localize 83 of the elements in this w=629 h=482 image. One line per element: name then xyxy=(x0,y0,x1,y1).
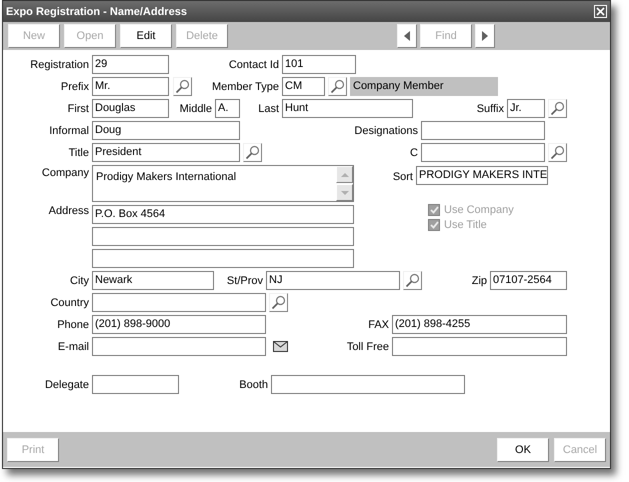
search-icon xyxy=(550,101,565,116)
input-field[interactable]: NJ xyxy=(266,271,400,290)
field-label: Prefix xyxy=(60,80,90,92)
search-icon xyxy=(245,145,260,160)
input-field[interactable]: 29 xyxy=(92,55,169,74)
field-label: Designations xyxy=(353,124,419,136)
input-field[interactable]: (201) 898-4255 xyxy=(392,315,567,334)
input-field[interactable] xyxy=(271,375,465,394)
down-triangle-icon xyxy=(340,190,348,194)
field-label: Suffix xyxy=(476,102,505,114)
field-label: Informal xyxy=(48,124,90,136)
input-field[interactable] xyxy=(92,249,354,268)
checkbox-label: Use Company xyxy=(444,204,514,216)
text-area[interactable]: Prodigy Makers International xyxy=(92,165,354,202)
search-button[interactable] xyxy=(403,271,422,290)
search-button[interactable] xyxy=(548,143,567,162)
search-button[interactable] xyxy=(173,77,192,96)
up-triangle-icon xyxy=(340,172,348,176)
field-label: Phone xyxy=(56,318,90,330)
toolbar-button[interactable]: Edit xyxy=(120,24,172,48)
input-field[interactable] xyxy=(92,293,266,312)
search-button[interactable] xyxy=(243,143,262,162)
close-icon xyxy=(596,7,605,16)
input-field[interactable]: Doug xyxy=(92,121,240,140)
field-label: Last xyxy=(257,102,280,114)
window-title: Expo Registration - Name/Address xyxy=(6,6,187,18)
field-label: Booth xyxy=(238,378,269,390)
search-button[interactable] xyxy=(328,77,347,96)
input-field[interactable] xyxy=(392,337,567,356)
field-label: Delegate xyxy=(44,378,90,390)
input-field[interactable]: Douglas xyxy=(92,99,169,118)
input-field[interactable] xyxy=(92,375,179,394)
field-label: Toll Free xyxy=(346,340,390,352)
field-label: FAX xyxy=(367,318,390,330)
field-label: Country xyxy=(49,296,90,308)
field-label: Company xyxy=(40,166,90,179)
scroll-up-button[interactable] xyxy=(336,166,353,183)
left-triangle-icon xyxy=(404,31,410,41)
search-button[interactable] xyxy=(269,293,288,312)
search-icon xyxy=(271,295,286,310)
input-field[interactable] xyxy=(92,227,354,246)
field-label: City xyxy=(69,274,90,286)
ok-button[interactable]: OK xyxy=(497,438,549,462)
field-label: C xyxy=(409,146,419,158)
input-field[interactable] xyxy=(421,121,545,140)
field-label: First xyxy=(66,102,90,114)
field-label: Address xyxy=(48,205,90,217)
checkbox-label: Use Title xyxy=(444,219,487,231)
search-button[interactable] xyxy=(548,99,567,118)
right-triangle-icon xyxy=(482,31,488,41)
field-label: Middle xyxy=(178,102,213,114)
input-field[interactable]: A. xyxy=(215,99,240,118)
input-field[interactable]: Hunt xyxy=(282,99,413,118)
next-button[interactable] xyxy=(475,24,495,48)
input-field[interactable]: 07107-2564 xyxy=(490,271,567,290)
field-label: St/Prov xyxy=(226,274,264,286)
input-field[interactable]: Newark xyxy=(92,271,214,290)
search-icon xyxy=(405,273,420,288)
input-field[interactable]: P.O. Box 4564 xyxy=(92,205,354,224)
input-field[interactable]: Mr. xyxy=(92,77,169,96)
search-icon xyxy=(330,79,345,94)
search-icon xyxy=(175,79,190,94)
scroll-down-button[interactable] xyxy=(336,184,353,201)
input-field[interactable]: (201) 898-9000 xyxy=(92,315,266,334)
field-label: Member Type xyxy=(210,80,280,92)
field-label: Title xyxy=(68,146,90,158)
close-button[interactable] xyxy=(594,5,607,18)
field-label: Sort xyxy=(392,170,414,182)
input-field[interactable]: PRODIGY MAKERS INTE xyxy=(416,166,548,185)
input-field[interactable]: President xyxy=(92,143,240,162)
field-label: Contact Id xyxy=(228,58,280,70)
field-label: E-mail xyxy=(56,340,90,352)
input-field[interactable]: Jr. xyxy=(507,99,545,118)
field-label: Zip xyxy=(470,274,488,286)
input-field[interactable] xyxy=(421,143,545,162)
member-type-description: Company Member xyxy=(350,77,498,96)
search-icon xyxy=(550,145,565,160)
input-field[interactable] xyxy=(92,337,266,356)
envelope-icon xyxy=(273,341,288,352)
input-field[interactable]: CM xyxy=(282,77,325,96)
field-label: Registration xyxy=(29,58,90,70)
previous-button[interactable] xyxy=(397,24,417,48)
input-field[interactable]: 101 xyxy=(282,55,356,74)
